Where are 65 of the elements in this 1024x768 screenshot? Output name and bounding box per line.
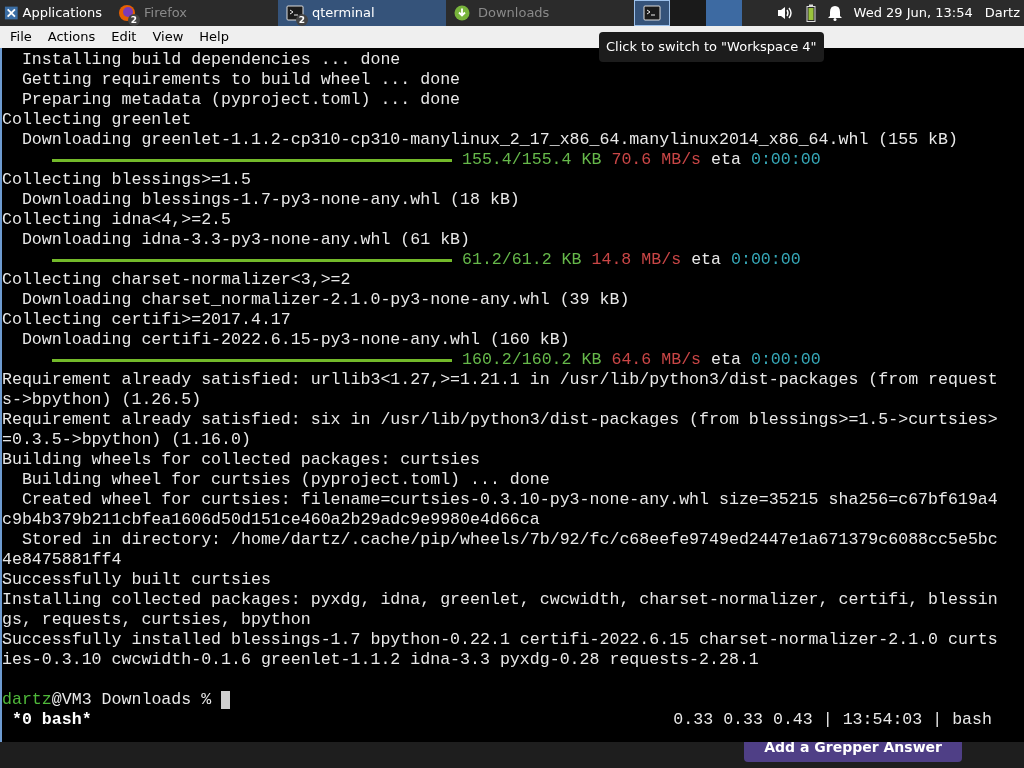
terminal-line: Stored in directory: /home/dartz/.cache/pip/wheels/7b/92/fc/c68eefe9749ed2447e1a671379c6088cc5e5bc (20, 530, 998, 550)
text-cursor (221, 691, 231, 709)
terminal-line: gs, requests, curtsies, bpython (2, 610, 311, 630)
terminal-line: Collecting charset-normalizer<3,>=2 (2, 270, 351, 290)
terminal-line: Successfully installed blessings-1.7 bpython-0.22.1 certifi-2022.6.15 charset-normalizer-2.1.0 curts (2, 630, 998, 650)
terminal-line: Downloading charset_normalizer-2.1.0-py3-none-any.whl (39 kB) (20, 290, 630, 310)
volume-icon[interactable] (775, 5, 794, 21)
terminal-line: Collecting idna<4,>=2.5 (2, 210, 232, 230)
terminal-line: Collecting blessings>=1.5 (2, 170, 251, 190)
terminal-line: Building wheel for curtsies (pyproject.toml) ... done (20, 470, 550, 490)
menu-item[interactable]: Help (191, 27, 237, 47)
menu-item[interactable]: File (2, 27, 40, 47)
terminal-line: Downloading certifi-2022.6.15-py3-none-any.whl (160 kB) (20, 330, 570, 350)
notification-bell-icon[interactable] (827, 5, 842, 21)
download-size: 155.4/155.4 KB (462, 150, 602, 170)
terminal-line: =0.3.5->bpython) (1.16.0) (2, 430, 251, 450)
terminal-line: Downloading blessings-1.7-py3-none-any.whl (18 kB) (20, 190, 520, 210)
eta-time: 0:00:00 (731, 250, 801, 270)
terminal-line: Downloading idna-3.3-py3-none-any.whl (61 kB) (20, 230, 471, 250)
eta-label: eta (711, 150, 741, 170)
terminal-line: Getting requirements to build wheel ... done (20, 70, 461, 90)
applications-menu[interactable]: Applications (0, 0, 110, 26)
clock[interactable]: Wed 29 Jun, 13:54 (853, 3, 973, 23)
terminal-line: s->bpython) (1.26.5) (2, 390, 202, 410)
download-speed: 70.6 MB/s (611, 150, 702, 170)
terminal-line: Created wheel for curtsies: filename=curtsies-0.3.10-py3-none-any.whl size=35215 sha256=c67bf619a4 (20, 490, 998, 510)
terminal-line: Downloading greenlet-1.1.2-cp310-cp310-manylinux_2_17_x86_64.manylinux2014_x86_64.whl (155 kB) (20, 130, 958, 150)
applications-icon (4, 5, 19, 21)
terminal-line: Installing build dependencies ... done (20, 50, 401, 70)
eta-time: 0:00:00 (750, 150, 821, 170)
terminal-line: Building wheels for collected packages: curtsies (2, 450, 480, 470)
terminal-line: Collecting greenlet (2, 110, 192, 130)
download-size: 160.2/160.2 KB (462, 350, 602, 370)
window-count-badge: 2 (296, 14, 308, 26)
download-size: 61.2/61.2 KB (462, 250, 582, 270)
prompt-user: dartz (2, 690, 52, 710)
menu-item[interactable]: View (144, 27, 192, 47)
prompt-text: @VM3 Downloads % (51, 690, 213, 710)
tooltip: Click to switch to "Workspace 4" (599, 32, 824, 62)
user-name[interactable]: Dartz (984, 3, 1020, 23)
terminal-line: Collecting certifi>=2017.4.17 (2, 310, 291, 330)
download-speed: 14.8 MB/s (591, 250, 682, 270)
terminal-line: Successfully built curtsies (2, 570, 271, 590)
download-speed: 64.6 MB/s (611, 350, 702, 370)
terminal-line: Installing collected packages: pyxdg, idna, greenlet, cwcwidth, charset-normalizer, certifi, blessin (2, 590, 998, 610)
tmux-window-name: *0 bash* (10, 710, 92, 730)
terminal-line: 4e8475881ff4 (2, 550, 122, 570)
menu-item[interactable]: Actions (39, 27, 104, 47)
workspace-button[interactable] (634, 0, 670, 26)
task-button[interactable]: 2 qterminal (278, 0, 446, 26)
terminal-line: Requirement already satisfied: six in /usr/lib/python3/dist-packages (from blessings>=1.5->curtsies> (2, 410, 998, 430)
window-count-badge: 2 (128, 14, 140, 26)
eta-label: eta (711, 350, 741, 370)
eta-time: 0:00:00 (750, 350, 821, 370)
eta-label: eta (691, 250, 721, 270)
download-icon (454, 5, 470, 21)
terminal-line: ies-0.3.10 cwcwidth-0.1.6 greenlet-1.1.2 idna-3.3 pyxdg-0.28 requests-2.28.1 (2, 650, 759, 670)
terminal-icon (286, 4, 304, 22)
terminal-line: Requirement already satisfied: urllib3<1.27,>=1.21.1 in /usr/lib/python3/dist-packages (from request (2, 370, 998, 390)
terminal-icon (643, 4, 661, 22)
terminal-line: Preparing metadata (pyproject.toml) ... done (20, 90, 461, 110)
terminal-line: c9b4b379b211cbfea1606d50d151ce460a2b29adc9e9980e4d66ca (2, 510, 540, 530)
menu-item[interactable]: Edit (103, 27, 145, 47)
battery-icon[interactable] (805, 4, 816, 22)
tmux-status: 0.33 0.33 0.43 | 13:54:03 | bash (673, 710, 992, 730)
